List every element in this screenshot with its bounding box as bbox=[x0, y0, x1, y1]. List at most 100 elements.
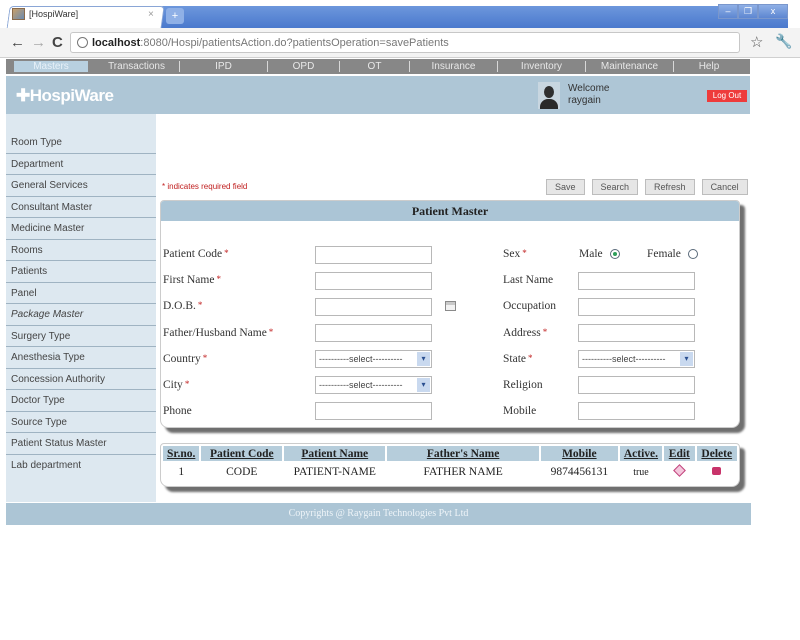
reload-icon[interactable]: C bbox=[52, 34, 63, 51]
bookmark-star-icon[interactable]: ☆ bbox=[750, 33, 763, 51]
save-button[interactable]: Save bbox=[546, 179, 585, 195]
male-label: Male bbox=[579, 248, 603, 260]
menu-masters[interactable]: Masters bbox=[14, 61, 88, 72]
col-edit[interactable]: Edit bbox=[664, 446, 695, 461]
religion-input[interactable] bbox=[578, 376, 695, 394]
sidebar-item-doctor-type[interactable]: Doctor Type bbox=[6, 390, 156, 412]
user-avatar-icon bbox=[538, 82, 560, 109]
sidebar-item-lab-department[interactable]: Lab department bbox=[6, 455, 156, 477]
menu-ot[interactable]: OT bbox=[340, 61, 410, 72]
father-name-input[interactable] bbox=[315, 324, 432, 342]
last-name-label: Last Name bbox=[503, 274, 554, 286]
city-select[interactable]: ----------select---------- ▾ bbox=[315, 376, 432, 394]
footer-copyright: Copyrights @ Raygain Technologies Pvt Lt… bbox=[6, 503, 751, 525]
hospiware-logo: ✚HospiWare bbox=[16, 86, 114, 105]
last-name-input[interactable] bbox=[578, 272, 695, 290]
sidebar-item-surgery-type[interactable]: Surgery Type bbox=[6, 326, 156, 347]
address-bar[interactable]: localhost :8080/Hospi/patientsAction.do?… bbox=[70, 32, 740, 53]
favicon-icon bbox=[12, 8, 25, 20]
sidebar-item-source-type[interactable]: Source Type bbox=[6, 412, 156, 433]
address-input[interactable] bbox=[578, 324, 695, 342]
browser-titlebar: [HospiWare] × + – ❐ x bbox=[0, 0, 800, 30]
restore-button[interactable]: ❐ bbox=[738, 4, 758, 19]
minimize-button[interactable]: – bbox=[718, 4, 738, 19]
delete-icon[interactable] bbox=[712, 467, 722, 475]
col-patient-name[interactable]: Patient Name bbox=[284, 446, 386, 461]
sidebar-item-patients[interactable]: Patients bbox=[6, 261, 156, 283]
col-delete[interactable]: Delete bbox=[696, 446, 737, 461]
female-label: Female bbox=[647, 248, 681, 260]
sidebar: Room Type Department General Services Co… bbox=[6, 114, 156, 502]
sidebar-item-consultant-master[interactable]: Consultant Master bbox=[6, 197, 156, 218]
cancel-button[interactable]: Cancel bbox=[701, 179, 748, 195]
sidebar-item-panel[interactable]: Panel bbox=[6, 283, 156, 304]
first-name-input[interactable] bbox=[315, 272, 432, 290]
sidebar-item-room-type[interactable]: Room Type bbox=[6, 132, 156, 154]
sidebar-item-package-master[interactable]: Package Master bbox=[6, 304, 156, 326]
app-header: ✚HospiWare Welcome raygain Log Out bbox=[6, 76, 750, 114]
menu-opd[interactable]: OPD bbox=[268, 61, 340, 72]
menu-help[interactable]: Help bbox=[674, 61, 744, 72]
cell-mobile: 9874456131 bbox=[550, 466, 609, 478]
menu-transactions[interactable]: Transactions bbox=[94, 61, 180, 72]
browser-toolbar: ← → C localhost :8080/Hospi/patientsActi… bbox=[0, 28, 800, 58]
col-patient-code[interactable]: Patient Code bbox=[201, 446, 283, 461]
refresh-button[interactable]: Refresh bbox=[645, 179, 695, 195]
required-field-note: * indicates required field bbox=[162, 182, 248, 191]
patient-code-input[interactable] bbox=[315, 246, 432, 264]
sidebar-item-rooms[interactable]: Rooms bbox=[6, 240, 156, 261]
mobile-input[interactable] bbox=[578, 402, 695, 420]
forward-icon[interactable]: → bbox=[31, 34, 46, 51]
male-radio[interactable] bbox=[610, 249, 620, 259]
sidebar-item-medicine-master[interactable]: Medicine Master bbox=[6, 218, 156, 240]
dob-label: D.O.B. * bbox=[163, 300, 203, 312]
menu-inventory[interactable]: Inventory bbox=[498, 61, 586, 72]
chevron-down-icon[interactable]: ▾ bbox=[417, 378, 430, 392]
calendar-icon[interactable] bbox=[445, 301, 456, 311]
edit-icon[interactable] bbox=[672, 464, 686, 477]
chevron-down-icon[interactable]: ▾ bbox=[680, 352, 693, 366]
search-button[interactable]: Search bbox=[591, 179, 639, 195]
logout-button[interactable]: Log Out bbox=[707, 90, 747, 102]
cell-srno: 1 bbox=[178, 466, 185, 478]
city-select-value: ----------select---------- bbox=[319, 380, 403, 390]
sidebar-item-anesthesia-type[interactable]: Anesthesia Type bbox=[6, 347, 156, 369]
sidebar-item-general-services[interactable]: General Services bbox=[6, 175, 156, 197]
phone-input[interactable] bbox=[315, 402, 432, 420]
wrench-menu-icon[interactable]: 🔧 bbox=[775, 33, 792, 50]
col-srno[interactable]: Sr.no. bbox=[163, 446, 200, 461]
welcome-label: Welcome bbox=[568, 83, 610, 94]
menu-insurance[interactable]: Insurance bbox=[410, 61, 498, 72]
chevron-down-icon[interactable]: ▾ bbox=[417, 352, 430, 366]
new-tab-button[interactable]: + bbox=[166, 8, 184, 24]
sidebar-item-patient-status-master[interactable]: Patient Status Master bbox=[6, 433, 156, 455]
patient-master-panel: Patient Master Patient Code * First Name *… bbox=[160, 200, 740, 428]
tab-close-icon[interactable]: × bbox=[148, 9, 154, 20]
cell-delete bbox=[697, 463, 738, 481]
url-host: localhost bbox=[92, 36, 141, 49]
menu-maintenance[interactable]: Maintenance bbox=[586, 61, 674, 72]
patients-table: Sr.no. Patient Code Patient Name Father'… bbox=[160, 443, 740, 487]
menu-ipd[interactable]: IPD bbox=[180, 61, 268, 72]
city-label: City * bbox=[163, 379, 190, 391]
sidebar-item-concession-authority[interactable]: Concession Authority bbox=[6, 369, 156, 390]
col-mobile[interactable]: Mobile bbox=[540, 446, 618, 461]
occupation-input[interactable] bbox=[578, 298, 695, 316]
table-row: 1 CODE PATIENT-NAME FATHER NAME 98744561… bbox=[163, 463, 737, 481]
state-label: State * bbox=[503, 353, 533, 365]
state-select[interactable]: ----------select---------- ▾ bbox=[578, 350, 695, 368]
religion-label: Religion bbox=[503, 379, 543, 391]
browser-tab-content[interactable]: [HospiWare] bbox=[12, 8, 78, 20]
close-window-button[interactable]: x bbox=[758, 4, 788, 19]
tab-title: [HospiWare] bbox=[29, 9, 79, 19]
col-active[interactable]: Active. bbox=[619, 446, 663, 461]
female-radio[interactable] bbox=[688, 249, 698, 259]
col-fathers-name[interactable]: Father's Name bbox=[387, 446, 539, 461]
sidebar-item-department[interactable]: Department bbox=[6, 154, 156, 175]
country-select-value: ----------select---------- bbox=[319, 354, 403, 364]
back-icon[interactable]: ← bbox=[10, 34, 25, 51]
dob-input[interactable] bbox=[315, 298, 432, 316]
table-header-row: Sr.no. Patient Code Patient Name Father'… bbox=[163, 446, 737, 461]
username: raygain bbox=[568, 95, 601, 106]
country-select[interactable]: ----------select---------- ▾ bbox=[315, 350, 432, 368]
